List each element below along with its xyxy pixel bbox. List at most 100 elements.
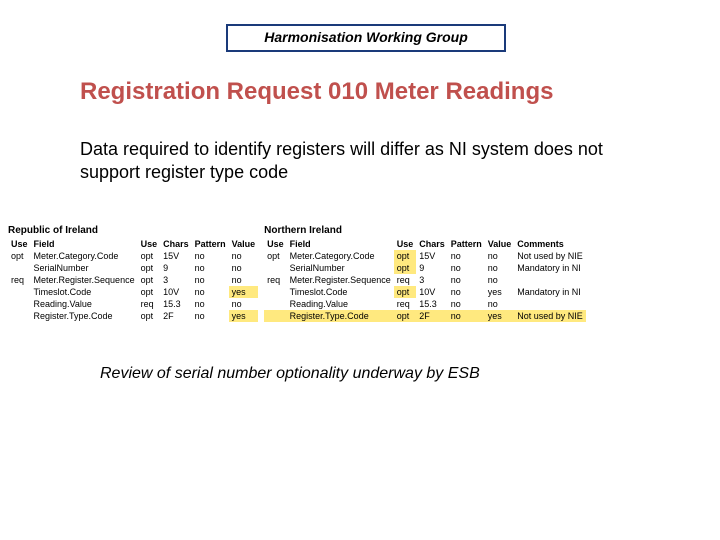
cell-use2: opt bbox=[138, 286, 161, 298]
footer-note: Review of serial number optionality unde… bbox=[100, 365, 480, 383]
left-table: Use Field Use Chars Pattern Value optMet… bbox=[8, 238, 258, 322]
cell-use2: opt bbox=[394, 286, 417, 298]
cell-pattern: no bbox=[192, 298, 229, 310]
cell-use2: opt bbox=[138, 250, 161, 262]
cell-use bbox=[264, 286, 287, 298]
table-row: reqMeter.Register.Sequenceopt3nono bbox=[8, 274, 258, 286]
cell-use: opt bbox=[8, 250, 31, 262]
cell-field: Meter.Category.Code bbox=[31, 250, 138, 262]
cell-value: yes bbox=[229, 286, 259, 298]
cell-use: opt bbox=[264, 250, 287, 262]
cell-comments: Mandatory in NI bbox=[514, 262, 586, 274]
cell-comments: Mandatory in NI bbox=[514, 286, 586, 298]
cell-comments bbox=[514, 274, 586, 286]
col-pattern: Pattern bbox=[448, 238, 485, 250]
col-use: Use bbox=[8, 238, 31, 250]
cell-value: no bbox=[485, 250, 515, 262]
page-title: Registration Request 010 Meter Readings bbox=[80, 78, 553, 106]
cell-chars: 15.3 bbox=[416, 298, 448, 310]
cell-value: yes bbox=[485, 310, 515, 322]
right-table: Use Field Use Chars Pattern Value Commen… bbox=[264, 238, 586, 322]
cell-value: no bbox=[229, 274, 259, 286]
cell-field: SerialNumber bbox=[31, 262, 138, 274]
cell-chars: 9 bbox=[416, 262, 448, 274]
cell-pattern: no bbox=[448, 274, 485, 286]
table-header-row: Use Field Use Chars Pattern Value Commen… bbox=[264, 238, 586, 250]
cell-comments: Not used by NIE bbox=[514, 310, 586, 322]
tables-container: Republic of Ireland Use Field Use Chars … bbox=[8, 225, 712, 322]
cell-field: Timeslot.Code bbox=[287, 286, 394, 298]
cell-pattern: no bbox=[448, 250, 485, 262]
cell-use bbox=[264, 262, 287, 274]
cell-pattern: no bbox=[192, 310, 229, 322]
cell-use2: opt bbox=[138, 310, 161, 322]
col-field: Field bbox=[31, 238, 138, 250]
cell-chars: 10V bbox=[160, 286, 192, 298]
table-row: Timeslot.Codeopt10VnoyesMandatory in NI bbox=[264, 286, 586, 298]
col-use2: Use bbox=[138, 238, 161, 250]
cell-use2: opt bbox=[138, 274, 161, 286]
cell-field: Reading.Value bbox=[31, 298, 138, 310]
col-use: Use bbox=[264, 238, 287, 250]
cell-value: no bbox=[485, 262, 515, 274]
right-block: Northern Ireland Use Field Use Chars Pat… bbox=[264, 225, 586, 322]
cell-use bbox=[8, 298, 31, 310]
cell-value: no bbox=[485, 274, 515, 286]
cell-comments bbox=[514, 298, 586, 310]
cell-field: Timeslot.Code bbox=[31, 286, 138, 298]
table-row: Timeslot.Codeopt10Vnoyes bbox=[8, 286, 258, 298]
table-header-row: Use Field Use Chars Pattern Value bbox=[8, 238, 258, 250]
cell-use bbox=[8, 310, 31, 322]
col-chars: Chars bbox=[160, 238, 192, 250]
header-group-text: Harmonisation Working Group bbox=[264, 29, 468, 45]
cell-use bbox=[8, 262, 31, 274]
cell-use2: req bbox=[394, 298, 417, 310]
cell-pattern: no bbox=[192, 262, 229, 274]
cell-chars: 2F bbox=[160, 310, 192, 322]
cell-field: Reading.Value bbox=[287, 298, 394, 310]
cell-field: SerialNumber bbox=[287, 262, 394, 274]
table-row: Register.Type.Codeopt2FnoyesNot used by … bbox=[264, 310, 586, 322]
cell-use2: opt bbox=[394, 262, 417, 274]
cell-chars: 3 bbox=[160, 274, 192, 286]
table-row: reqMeter.Register.Sequencereq3nono bbox=[264, 274, 586, 286]
left-block: Republic of Ireland Use Field Use Chars … bbox=[8, 225, 258, 322]
cell-field: Meter.Register.Sequence bbox=[287, 274, 394, 286]
col-chars: Chars bbox=[416, 238, 448, 250]
cell-pattern: no bbox=[192, 274, 229, 286]
cell-use2: req bbox=[138, 298, 161, 310]
cell-use2: opt bbox=[138, 262, 161, 274]
cell-chars: 15.3 bbox=[160, 298, 192, 310]
cell-chars: 10V bbox=[416, 286, 448, 298]
cell-comments: Not used by NIE bbox=[514, 250, 586, 262]
cell-chars: 2F bbox=[416, 310, 448, 322]
col-value: Value bbox=[229, 238, 259, 250]
cell-pattern: no bbox=[192, 286, 229, 298]
cell-chars: 15V bbox=[416, 250, 448, 262]
col-field: Field bbox=[287, 238, 394, 250]
cell-field: Register.Type.Code bbox=[287, 310, 394, 322]
cell-field: Meter.Register.Sequence bbox=[31, 274, 138, 286]
cell-chars: 15V bbox=[160, 250, 192, 262]
cell-value: yes bbox=[229, 310, 259, 322]
cell-use: req bbox=[8, 274, 31, 286]
table-row: SerialNumberopt9nonoMandatory in NI bbox=[264, 262, 586, 274]
cell-chars: 3 bbox=[416, 274, 448, 286]
table-row: SerialNumberopt9nono bbox=[8, 262, 258, 274]
table-row: Register.Type.Codeopt2Fnoyes bbox=[8, 310, 258, 322]
cell-use bbox=[8, 286, 31, 298]
cell-pattern: no bbox=[448, 286, 485, 298]
cell-use2: opt bbox=[394, 250, 417, 262]
cell-use: req bbox=[264, 274, 287, 286]
cell-value: no bbox=[229, 298, 259, 310]
cell-use bbox=[264, 310, 287, 322]
cell-value: no bbox=[229, 250, 259, 262]
col-comments: Comments bbox=[514, 238, 586, 250]
cell-value: no bbox=[485, 298, 515, 310]
cell-value: no bbox=[229, 262, 259, 274]
cell-pattern: no bbox=[448, 262, 485, 274]
cell-field: Register.Type.Code bbox=[31, 310, 138, 322]
cell-field: Meter.Category.Code bbox=[287, 250, 394, 262]
table-row: optMeter.Category.Codeopt15Vnono bbox=[8, 250, 258, 262]
table-row: Reading.Valuereq15.3nono bbox=[264, 298, 586, 310]
